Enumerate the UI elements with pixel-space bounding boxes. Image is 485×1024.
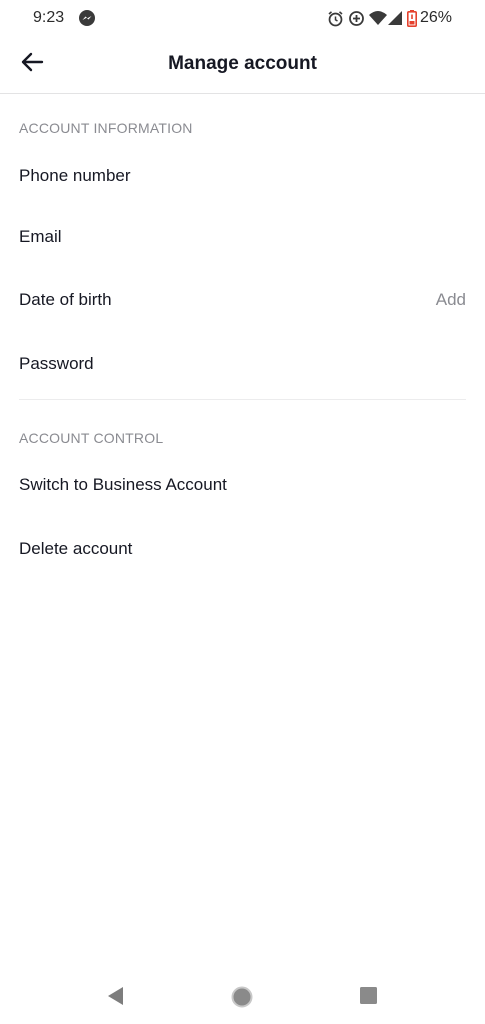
page-title: Manage account bbox=[168, 53, 317, 74]
row-label: Switch to Business Account bbox=[19, 475, 227, 494]
back-triangle-icon[interactable] bbox=[106, 986, 124, 1011]
row-label: Phone number bbox=[19, 166, 131, 185]
recents-square-icon[interactable] bbox=[359, 986, 378, 1010]
row-delete-account[interactable]: Delete account bbox=[0, 521, 485, 577]
battery-icon bbox=[406, 9, 417, 27]
row-phone-number[interactable]: Phone number bbox=[0, 148, 485, 204]
row-label: Date of birth bbox=[19, 290, 112, 309]
row-switch-to-business-account[interactable]: Switch to Business Account bbox=[0, 457, 485, 513]
section-header-account-control: ACCOUNT CONTROL bbox=[19, 430, 164, 446]
row-date-of-birth[interactable]: Date of birth Add bbox=[0, 272, 485, 328]
row-password[interactable]: Password bbox=[0, 336, 485, 392]
row-email[interactable]: Email bbox=[0, 209, 485, 265]
status-icons: 26% bbox=[327, 8, 452, 28]
battery-percentage: 26% bbox=[419, 9, 452, 26]
row-label: Password bbox=[19, 354, 94, 373]
date-of-birth-add-value[interactable]: Add bbox=[436, 290, 466, 310]
status-time: 9:23 bbox=[33, 9, 65, 26]
header: Manage account bbox=[0, 36, 485, 94]
row-label: Delete account bbox=[19, 539, 133, 558]
home-circle-icon[interactable] bbox=[231, 986, 253, 1013]
data-saver-icon bbox=[348, 10, 365, 27]
status-bar: 9:23 26% bbox=[0, 0, 485, 36]
signal-icon bbox=[387, 10, 403, 26]
alarm-icon bbox=[327, 10, 344, 27]
messenger-icon bbox=[78, 9, 96, 27]
system-nav-bar bbox=[0, 968, 485, 1024]
section-divider bbox=[19, 399, 466, 400]
section-header-account-information: ACCOUNT INFORMATION bbox=[19, 120, 193, 136]
wifi-icon bbox=[368, 10, 387, 26]
row-label: Email bbox=[19, 227, 62, 246]
